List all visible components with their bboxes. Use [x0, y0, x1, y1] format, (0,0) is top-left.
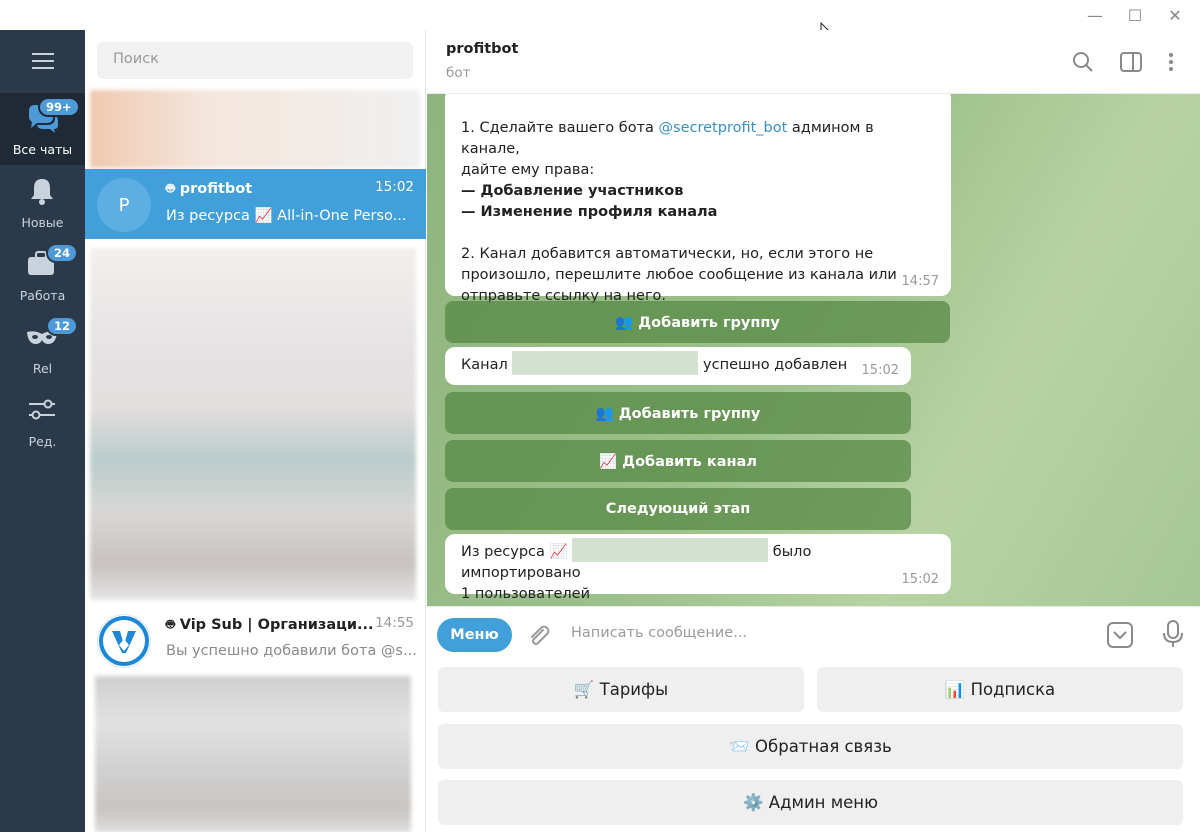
message-bubble: Из ресурса 📈 было импортировано 1 пользо…: [445, 534, 951, 602]
blurred-chat-list[interactable]: [95, 676, 411, 832]
bot-icon: 🤖︎: [166, 181, 180, 197]
message-text: Канал: [461, 357, 513, 373]
add-group-button[interactable]: 👥 Добавить группу: [445, 301, 950, 343]
telegram-window: — ☐ ✕ 99+ Все чаты Новые 24 Работа 12 Re…: [0, 0, 1200, 832]
chat-preview: Вы успешно добавили бота @s...: [166, 643, 416, 659]
message-text: дайте ему права:: [461, 162, 595, 178]
chat-time: 15:02: [375, 179, 414, 195]
chat-panel: profitbot бот 1. Сделайте вашего бота @s…: [427, 30, 1200, 832]
folder-label: Ред.: [28, 434, 57, 449]
message-bubble: 1. Сделайте вашего бота @secretprofit_bo…: [445, 94, 951, 304]
sliders-icon: [29, 399, 55, 420]
title-bar: — ☐ ✕: [0, 0, 1200, 30]
chat-item-vip-sub[interactable]: 🤖︎ Vip Sub | Организаци... 14:55 Вы успе…: [85, 605, 426, 675]
folder-all-chats[interactable]: 99+ Все чаты: [0, 93, 85, 165]
add-channel-button[interactable]: 📈 Добавить канал: [445, 440, 911, 482]
subscription-button[interactable]: 📊 Подписка: [817, 667, 1183, 712]
chat-item-profitbot[interactable]: P 🤖︎ profitbot 15:02 Из ресурса 📈 All-in…: [85, 169, 426, 239]
message-composer: Меню Написать сообщение...: [427, 606, 1200, 662]
message-input[interactable]: Написать сообщение...: [571, 625, 747, 641]
message-time: 15:02: [861, 363, 899, 378]
bot-mention-link[interactable]: @secretprofit_bot: [659, 120, 788, 136]
unread-badge: 99+: [38, 97, 80, 117]
feedback-button[interactable]: 📨 Обратная связь: [438, 724, 1183, 769]
message-time: 14:57: [901, 274, 939, 289]
chat-subtitle: бот: [446, 65, 471, 81]
message-text: Из ресурса 📈: [461, 544, 573, 560]
folder-rel[interactable]: 12 Rel: [0, 312, 85, 384]
folder-edit[interactable]: Ред.: [0, 385, 85, 457]
blurred-chat-item[interactable]: [90, 90, 420, 168]
hamburger-icon: [31, 53, 54, 69]
reply-keyboard: 🛒 Тарифы 📊 Подписка 📨 Обратная связь ⚙️ …: [427, 662, 1200, 832]
avatar: [97, 614, 151, 668]
chat-name: profitbot: [179, 181, 253, 197]
admin-menu-button[interactable]: ⚙️ Админ меню: [438, 780, 1183, 825]
folder-label: Работа: [19, 288, 66, 303]
message-text: 2. Канал добавится автоматически, но, ес…: [461, 246, 874, 262]
chat-name: Vip Sub | Организаци...: [179, 617, 374, 633]
bot-keyboard-icon[interactable]: [1106, 621, 1134, 649]
add-group-button[interactable]: 👥 Добавить группу: [445, 392, 911, 434]
bot-menu-button[interactable]: Меню: [437, 618, 512, 652]
minimize-button[interactable]: —: [1075, 0, 1115, 30]
chat-time: 14:55: [375, 615, 414, 631]
message-text: 1. Сделайте вашего бота: [461, 120, 659, 136]
paperclip-icon[interactable]: [525, 622, 551, 648]
vip-logo-icon: [99, 616, 149, 666]
main-menu-button[interactable]: [0, 42, 85, 80]
message-bubble: Канал успешно добавлен 15:02: [445, 347, 911, 385]
message-text: — Изменение профиля канала: [461, 204, 718, 220]
unread-badge: 12: [46, 316, 79, 336]
next-step-button[interactable]: Следующий этап: [445, 488, 911, 530]
maximize-button[interactable]: ☐: [1115, 0, 1155, 30]
search-icon[interactable]: [1071, 50, 1095, 74]
message-text: успешно добавлен: [698, 357, 848, 373]
message-text: 1 пользователей: [461, 586, 590, 602]
search-input[interactable]: Поиск: [97, 42, 413, 79]
sidebar-toggle-icon[interactable]: [1119, 50, 1143, 74]
bot-icon: 🤖︎: [166, 617, 180, 633]
more-options-icon[interactable]: [1159, 50, 1183, 74]
redacted-channel-name: [512, 351, 699, 375]
tariffs-button[interactable]: 🛒 Тарифы: [438, 667, 804, 712]
message-text: произошло, перешлите любое сообщение из …: [461, 267, 897, 283]
close-button[interactable]: ✕: [1155, 0, 1195, 30]
unread-badge: 24: [46, 243, 79, 263]
messages-area: 1. Сделайте вашего бота @secretprofit_bo…: [427, 94, 1200, 606]
message-time: 15:02: [901, 572, 939, 587]
folder-new[interactable]: Новые: [0, 166, 85, 238]
chat-preview: Из ресурса 📈 All-in-One Perso...: [166, 208, 407, 224]
chat-header[interactable]: profitbot бот: [427, 30, 1200, 94]
chat-list-panel: Поиск P 🤖︎ profitbot 15:02 Из ресурса 📈 …: [85, 30, 426, 832]
chat-title: profitbot: [446, 41, 519, 57]
folder-label: Rel: [32, 361, 53, 376]
microphone-icon[interactable]: [1161, 619, 1185, 649]
folder-label: Все чаты: [12, 142, 73, 157]
redacted-resource-name: [572, 538, 769, 562]
message-text: — Добавление участников: [461, 183, 684, 199]
folder-work[interactable]: 24 Работа: [0, 239, 85, 311]
blurred-chat-list[interactable]: [90, 248, 416, 600]
folder-label: Новые: [21, 215, 64, 230]
avatar: P: [97, 178, 151, 232]
folder-rail: 99+ Все чаты Новые 24 Работа 12 Rel Ред.: [0, 30, 85, 832]
bell-icon: [31, 179, 53, 205]
